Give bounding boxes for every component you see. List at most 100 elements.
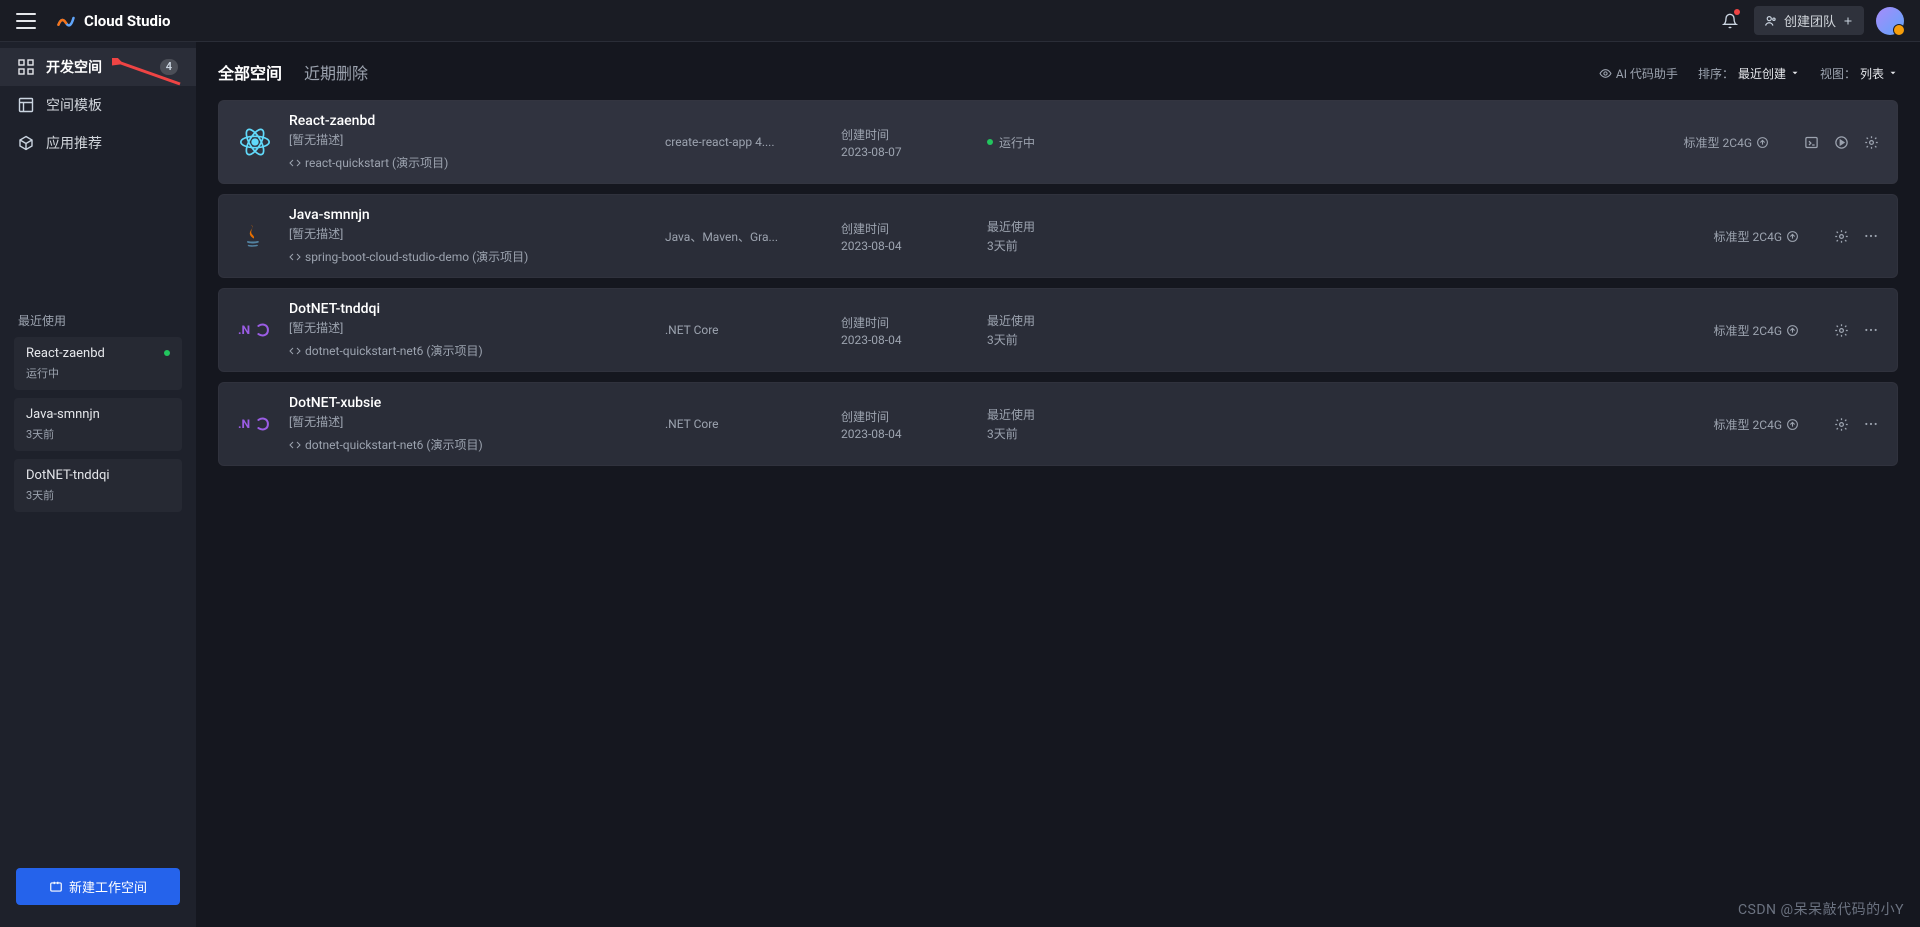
ws-template-name: dotnet-quickstart-net6 (演示项目) [305, 436, 483, 453]
tab-all-spaces[interactable]: 全部空间 [218, 60, 282, 86]
ws-main-info: DotNET-xubsie [暂无描述] dotnet-quickstart-n… [289, 395, 649, 453]
main-top-bar: 全部空间 近期删除 AI 代码助手 排序： 最近创建 视图： 列表 [218, 60, 1898, 86]
workspace-card[interactable]: .N DotNET-xubsie [暂无描述] dotnet-quickstar… [218, 382, 1898, 466]
ws-time-value: 2023-08-04 [841, 239, 971, 253]
ws-tech: Java、Maven、Gra... [665, 228, 825, 245]
running-dot-icon [987, 139, 993, 145]
more-button[interactable] [1863, 228, 1879, 244]
ws-template-name: spring-boot-cloud-studio-demo (演示项目) [305, 248, 528, 265]
ws-spec: 标准型 2C4G [1684, 134, 1769, 151]
ws-description: [暂无描述] [289, 225, 649, 242]
ws-status-label: 最近使用 [987, 312, 1035, 329]
new-workspace-button[interactable]: 新建工作空间 [16, 868, 180, 905]
view-label: 视图： [1820, 65, 1856, 82]
ws-status-text: 3天前 [987, 237, 1018, 254]
sidebar-item-label: 空间模板 [46, 95, 102, 115]
ws-status: 最近使用3天前 [987, 406, 1117, 442]
sidebar-item-templates[interactable]: 空间模板 [0, 86, 196, 124]
template-icon [18, 97, 34, 113]
sidebar-badge: 4 [160, 59, 178, 75]
workspace-card[interactable]: Java-smnnjn [暂无描述] spring-boot-cloud-stu… [218, 194, 1898, 278]
recent-item[interactable]: Java-smnnjn 3天前 [14, 398, 182, 451]
watermark-text: CSDN @呆呆敲代码的小Y [1738, 899, 1904, 919]
ws-time-label: 创建时间 [841, 314, 971, 331]
eye-icon [1599, 67, 1612, 80]
workspace-list: React-zaenbd [暂无描述] react-quickstart (演示… [218, 100, 1898, 466]
app-name: Cloud Studio [84, 12, 170, 30]
play-button[interactable] [1833, 134, 1849, 150]
terminal-button[interactable] [1803, 134, 1819, 150]
ws-spec-text: 标准型 2C4G [1714, 416, 1782, 433]
ws-template: dotnet-quickstart-net6 (演示项目) [289, 436, 649, 453]
ws-status-label: 最近使用 [987, 218, 1035, 235]
sort-value: 最近创建 [1738, 65, 1786, 82]
ws-status-text: 3天前 [987, 331, 1018, 348]
top-controls: AI 代码助手 排序： 最近创建 视图： 列表 [1599, 65, 1898, 82]
tab-recently-deleted[interactable]: 近期删除 [304, 60, 368, 86]
recent-item-sub: 3天前 [26, 487, 170, 503]
ws-name: DotNET-tnddqi [289, 301, 649, 317]
code-icon [289, 251, 301, 263]
logo-icon [56, 13, 76, 29]
sort-control[interactable]: 排序： 最近创建 [1698, 65, 1800, 82]
recent-item-sub: 3天前 [26, 426, 170, 442]
ws-main-info: React-zaenbd [暂无描述] react-quickstart (演示… [289, 113, 649, 171]
notifications-button[interactable] [1718, 9, 1742, 33]
gear-button[interactable] [1833, 322, 1849, 338]
ws-spec: 标准型 2C4G [1714, 416, 1799, 433]
ws-tech: .NET Core [665, 417, 825, 431]
recent-list: React-zaenbd 运行中 Java-smnnjn 3天前 DotNET-… [0, 337, 196, 512]
create-team-label: 创建团队 [1784, 11, 1836, 30]
sidebar-item-dev-spaces[interactable]: 开发空间 4 [0, 48, 196, 86]
user-avatar[interactable] [1876, 7, 1904, 35]
more-button[interactable] [1863, 322, 1879, 338]
tabs: 全部空间 近期删除 [218, 60, 368, 86]
ws-time-label: 创建时间 [841, 126, 971, 143]
ws-status: 最近使用 3天前 [987, 218, 1117, 254]
plus-icon [1842, 15, 1854, 27]
workspace-card[interactable]: .N DotNET-tnddqi [暂无描述] dotnet-quickstar… [218, 288, 1898, 372]
more-button[interactable] [1863, 416, 1879, 432]
gear-button[interactable] [1833, 416, 1849, 432]
gear-button[interactable] [1863, 134, 1879, 150]
workspace-card[interactable]: React-zaenbd [暂无描述] react-quickstart (演示… [218, 100, 1898, 184]
ws-status: 运行中 [987, 134, 1117, 151]
notification-dot-icon [1734, 9, 1740, 15]
ws-name: React-zaenbd [289, 113, 649, 129]
ws-time-value: 2023-08-07 [841, 145, 971, 159]
view-control[interactable]: 视图： 列表 [1820, 65, 1898, 82]
ws-status-text: 运行中 [999, 134, 1035, 151]
ws-tech: create-react-app 4.... [665, 135, 825, 149]
main-content: 全部空间 近期删除 AI 代码助手 排序： 最近创建 视图： 列表 [196, 42, 1920, 927]
ws-time-value: 2023-08-04 [841, 333, 971, 347]
header-actions: 创建团队 [1718, 6, 1904, 35]
app-header: Cloud Studio 创建团队 [0, 0, 1920, 42]
grid-icon [18, 59, 34, 75]
dotnet-icon: .N [237, 312, 273, 348]
recent-item-name: Java-smnnjn [26, 407, 170, 422]
new-workspace-label: 新建工作空间 [69, 877, 147, 896]
sidebar: 开发空间 4 空间模板 应用推荐 最近使用 React-zaenbd 运行中 J… [0, 42, 196, 927]
ws-status-label: 最近使用 [987, 406, 1035, 423]
upgrade-icon[interactable] [1786, 324, 1799, 337]
ws-name: Java-smnnjn [289, 207, 649, 223]
recent-item[interactable]: DotNET-tnddqi 3天前 [14, 459, 182, 512]
ws-created-time: 创建时间 2023-08-04 [841, 408, 971, 441]
upgrade-icon[interactable] [1786, 418, 1799, 431]
app-logo[interactable]: Cloud Studio [56, 12, 170, 30]
upgrade-icon[interactable] [1786, 230, 1799, 243]
ai-assistant-button[interactable]: AI 代码助手 [1599, 65, 1678, 82]
ws-time-label: 创建时间 [841, 220, 971, 237]
ws-description: [暂无描述] [289, 131, 649, 148]
recent-item[interactable]: React-zaenbd 运行中 [14, 337, 182, 390]
upgrade-icon[interactable] [1756, 136, 1769, 149]
ws-actions [1833, 322, 1879, 338]
gear-button[interactable] [1833, 228, 1849, 244]
ws-status: 最近使用 3天前 [987, 312, 1117, 348]
sidebar-item-label: 开发空间 [46, 57, 102, 77]
create-team-button[interactable]: 创建团队 [1754, 6, 1864, 35]
menu-toggle-button[interactable] [16, 13, 36, 29]
sidebar-item-apps[interactable]: 应用推荐 [0, 124, 196, 162]
chevron-down-icon [1888, 68, 1898, 78]
ws-spec-text: 标准型 2C4G [1714, 322, 1782, 339]
